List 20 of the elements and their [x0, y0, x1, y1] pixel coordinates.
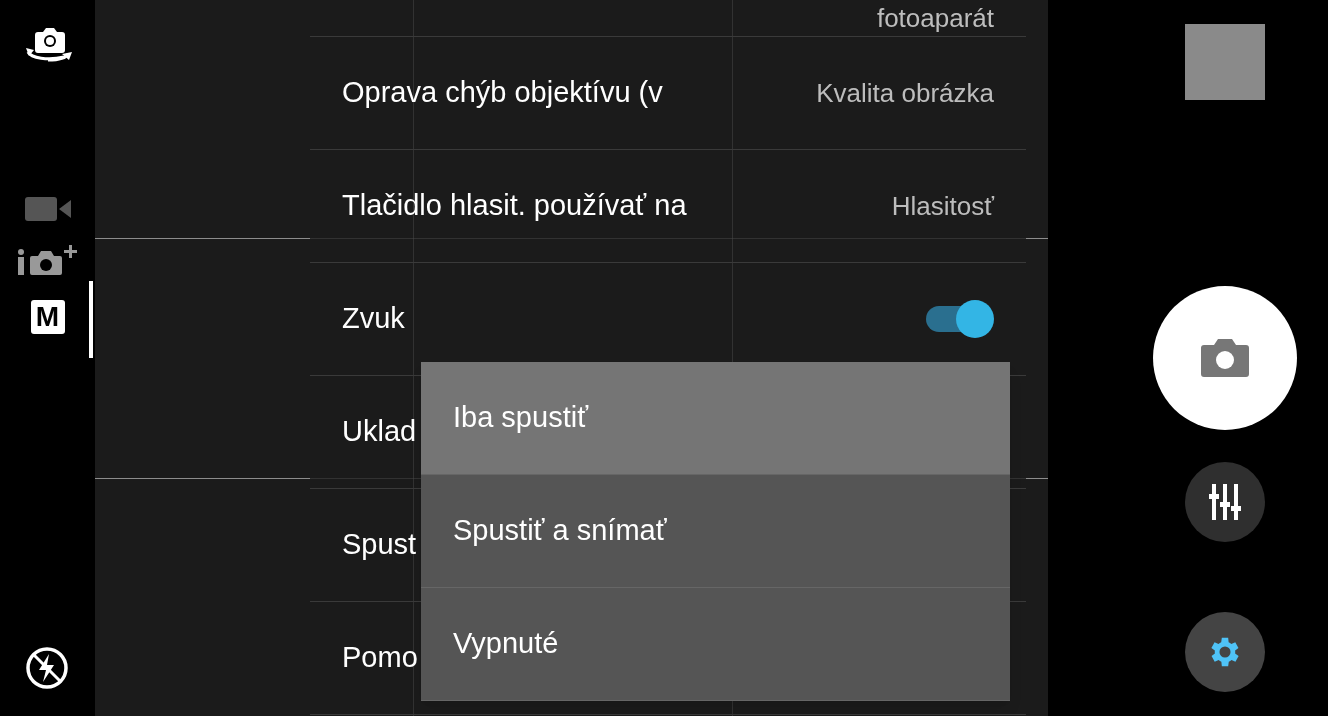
dropdown-option[interactable]: Spustiť a snímať: [421, 475, 1010, 588]
setting-label: Oprava chýb objektívu (v: [342, 75, 663, 111]
setting-value: fotoaparát: [876, 1, 994, 35]
dropdown-option[interactable]: Iba spustiť: [421, 362, 1010, 475]
manual-mode-icon[interactable]: M: [30, 300, 65, 334]
camera-plus-icon[interactable]: [15, 244, 80, 278]
setting-label: Zvuk: [342, 301, 405, 337]
setting-label: Tlačidlo hlasit. používať na: [342, 188, 687, 224]
camera-icon: [1200, 339, 1250, 377]
flash-off-icon[interactable]: [25, 646, 69, 690]
setting-label: Uklad: [342, 414, 417, 450]
sliders-icon: [1209, 484, 1241, 520]
setting-label: Spust: [342, 527, 417, 563]
video-camera-icon[interactable]: [24, 196, 71, 222]
dropdown-option[interactable]: Vypnuté: [421, 588, 1010, 701]
sound-toggle[interactable]: [926, 299, 994, 339]
last-photo-thumbnail[interactable]: [1185, 24, 1265, 100]
setting-value: Hlasitosť: [891, 189, 994, 223]
setting-label: Pomo: [342, 640, 418, 676]
setting-value: Kvalita obrázka: [816, 76, 994, 110]
